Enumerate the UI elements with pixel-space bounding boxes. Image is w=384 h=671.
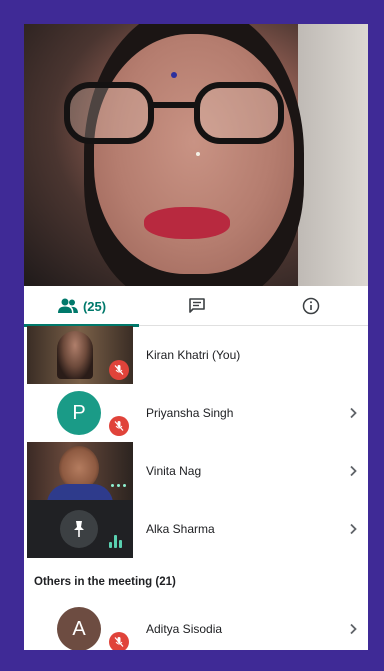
mic-off-icon	[109, 416, 129, 436]
participant-video-tile	[27, 326, 133, 384]
avatar: P	[57, 391, 101, 435]
participant-row[interactable]: Kiran Khatri (You)	[24, 326, 368, 384]
chevron-right-icon[interactable]	[348, 600, 358, 650]
participant-name: Aditya Sisodia	[146, 622, 223, 636]
meeting-panel: (25) Kiran Khatri (You) P Priyansha Sing…	[24, 24, 368, 650]
chevron-right-icon[interactable]	[348, 500, 358, 558]
people-count: (25)	[82, 298, 107, 314]
tab-people[interactable]: (25)	[24, 286, 139, 327]
participant-name: Priyansha Singh	[146, 406, 234, 420]
chat-icon	[188, 298, 205, 313]
chevron-right-icon[interactable]	[348, 442, 358, 500]
participant-row[interactable]: Alka Sharma	[24, 500, 368, 558]
participant-name: Vinita Nag	[146, 464, 202, 478]
meeting-tabs: (25)	[24, 286, 368, 327]
participant-name: Kiran Khatri (You)	[146, 348, 241, 362]
chevron-right-icon[interactable]	[348, 384, 358, 442]
speaking-dots-icon	[111, 484, 126, 487]
participant-row[interactable]: Vinita Nag	[24, 442, 368, 500]
video-background	[298, 24, 368, 286]
tab-chat[interactable]	[139, 286, 254, 326]
main-speaker-video[interactable]	[24, 24, 368, 286]
audio-level-icon	[109, 534, 122, 548]
participant-row[interactable]: A Aditya Sisodia	[24, 600, 368, 650]
mic-off-icon	[109, 632, 129, 650]
participant-avatar-tile: P	[27, 384, 133, 442]
tab-info[interactable]	[254, 286, 368, 326]
info-icon	[302, 297, 320, 315]
participant-name: Alka Sharma	[146, 522, 215, 536]
participant-pinned-tile	[27, 500, 133, 558]
pin-icon	[60, 510, 98, 548]
people-icon	[57, 298, 78, 313]
participant-avatar-tile: A	[27, 600, 133, 650]
mic-off-icon	[109, 360, 129, 380]
participant-row[interactable]: P Priyansha Singh	[24, 384, 368, 442]
avatar: A	[57, 607, 101, 650]
participant-video-tile	[27, 442, 133, 500]
others-section-header: Others in the meeting (21)	[34, 576, 176, 588]
